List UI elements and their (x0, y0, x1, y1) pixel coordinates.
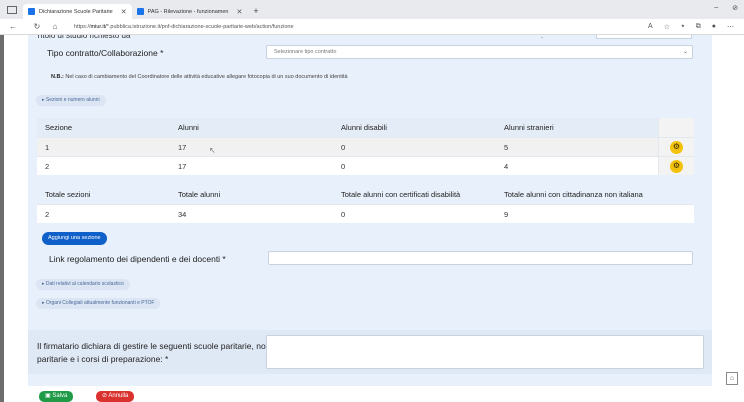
table-cell: 5 (504, 142, 509, 152)
table-row[interactable]: 2 17 0 4 ⚙ (37, 156, 694, 175)
table-cell: 4 (504, 161, 509, 171)
link-regulation-input[interactable] (268, 251, 693, 265)
actions-column-header (658, 118, 694, 137)
cancel-button[interactable]: ⊘ Annulla (96, 391, 135, 402)
column-header: Totale sezioni (45, 190, 91, 199)
signatory-label-line-1: Il firmatario dichiara di gestire le seg… (37, 341, 271, 351)
tab-title: Dichiarazione Scuole Paritarie (39, 8, 113, 15)
browser-tab-bar: Dichiarazione Scuole Paritarie ✕ PAG - R… (0, 0, 744, 19)
mouse-cursor-icon: ↖ (209, 146, 216, 155)
note-bold: N.B.: (51, 74, 64, 80)
url-host: miur.it/ (90, 23, 107, 30)
close-window-icon[interactable]: ⊘ (732, 4, 738, 12)
contract-type-label: Tipo contratto/Collaborazione * (47, 48, 164, 58)
favorite-icon[interactable]: ☆ (664, 23, 670, 31)
close-icon[interactable]: ✕ (236, 8, 242, 16)
tab-favicon-icon (28, 8, 35, 15)
calendar-toggle-label: Dati relativi al calendario scolastico (45, 281, 124, 287)
column-header: Totale alunni (178, 190, 221, 199)
save-button[interactable]: ▣ Salva (39, 391, 74, 402)
url-prefix: https:// (74, 23, 91, 30)
sections-toggle[interactable]: ▸ Sezioni e numero alunni (36, 95, 106, 106)
window-menu-icon[interactable] (7, 5, 17, 14)
study-title-input[interactable] (596, 35, 692, 39)
contract-type-select[interactable]: Selezionare tipo contratto ⌄ (266, 45, 693, 59)
table-cell: 34 (178, 209, 187, 219)
page-left-border (0, 35, 4, 402)
note-text: Nel caso di cambiamento del Coordinatore… (65, 74, 348, 80)
cancel-label: Annulla (108, 393, 129, 399)
table-cell: 0 (341, 161, 346, 171)
signatory-schools-textarea[interactable] (266, 335, 704, 369)
collegial-toggle[interactable]: ▸ Organi Collegiali attualmente funziona… (36, 298, 161, 309)
row-actions: ⚙ (658, 138, 694, 156)
read-aloud-icon[interactable]: A (648, 23, 653, 31)
row-actions: ⚙ (658, 157, 694, 175)
tab-favicon-icon (136, 8, 144, 15)
calendar-toggle[interactable]: ▸ Dati relativi al calendario scolastico (36, 279, 130, 290)
address-bar: ← ↻ ⌂ https://miur.it/*.pubblica.istruzi… (0, 19, 744, 35)
column-header: Sezione (45, 123, 73, 132)
save-icon: ▣ (45, 393, 51, 399)
totals-row: 2 34 0 9 (37, 204, 694, 223)
table-cell: 17 (178, 161, 187, 171)
browser-toolbar: A ☆ ⭑ ⧉ ● ⋯ (648, 23, 734, 31)
sections-toggle-label: Sezioni e numero alunni (45, 97, 100, 103)
tab-title: PAG - Rilevazione - funzionamen (147, 8, 229, 15)
signatory-label-line-2: paritarie e i corsi di preparazione: * (37, 354, 169, 364)
column-header: Alunni stranieri (504, 123, 554, 132)
collegial-toggle-label: Organi Collegiali attualmente funzionant… (45, 300, 155, 306)
reload-icon[interactable]: ↻ (32, 22, 42, 31)
add-section-button[interactable]: Aggiungi una sezione (42, 232, 107, 245)
close-icon[interactable]: ✕ (121, 8, 127, 16)
chevron-down-icon: ⌄ (682, 49, 688, 55)
table-cell: 17 (178, 142, 187, 152)
url-path: *.pubblica.istruzione.it/pnf-dichiarazio… (106, 23, 294, 30)
gear-icon[interactable]: ⚙ (670, 159, 683, 173)
window-controls: – ⊘ (714, 4, 738, 12)
totals-table: Totale sezioni Totale alunni Totale alun… (37, 185, 694, 223)
table-cell: 2 (45, 209, 50, 219)
favorites-bar-icon[interactable]: ⭑ (681, 23, 685, 31)
back-icon[interactable]: ← (8, 22, 18, 31)
minimize-icon[interactable]: – (714, 4, 718, 12)
url-field[interactable]: https://miur.it/*.pubblica.istruzione.it… (74, 24, 648, 30)
column-header: Alunni (178, 123, 199, 132)
table-cell: 9 (504, 209, 509, 219)
new-tab-icon[interactable]: + (253, 6, 258, 16)
browser-tab-active[interactable]: Dichiarazione Scuole Paritarie ✕ (23, 4, 132, 19)
browser-tab[interactable]: PAG - Rilevazione - funzionamen ✕ (132, 4, 248, 19)
cancel-icon: ⊘ (102, 393, 108, 399)
gear-icon[interactable]: ⚙ (670, 140, 683, 154)
column-header: Totale alunni con cittadinanza non itali… (504, 190, 643, 199)
table-row[interactable]: 1 17 0 5 ⚙ (37, 137, 694, 156)
table-cell: 0 (341, 209, 346, 219)
home-icon[interactable]: ⌂ (50, 22, 60, 31)
table-header: Sezione Alunni Alunni disabili Alunni st… (37, 118, 694, 137)
scroll-to-top-icon[interactable]: ⌂ (726, 372, 738, 385)
contract-type-placeholder: Selezionare tipo contratto (274, 49, 337, 55)
field-separator: - (541, 35, 543, 41)
more-icon[interactable]: ⋯ (727, 23, 734, 31)
link-regulation-label: Link regolamento dei dipendenti e dei do… (49, 254, 226, 264)
collections-icon[interactable]: ⧉ (696, 23, 701, 31)
column-header: Totale alunni con certificati disabilità (341, 190, 461, 199)
save-label: Salva (52, 393, 68, 399)
table-cell: 2 (45, 161, 50, 171)
column-header: Alunni disabili (341, 123, 387, 132)
totals-header: Totale sezioni Totale alunni Totale alun… (37, 185, 694, 204)
table-cell: 0 (341, 142, 346, 152)
identity-note: N.B.: Nel caso di cambiamento del Coordi… (51, 74, 348, 80)
profile-icon[interactable]: ● (712, 23, 716, 31)
sections-table: Sezione Alunni Alunni disabili Alunni st… (37, 118, 694, 175)
table-cell: 1 (45, 142, 50, 152)
